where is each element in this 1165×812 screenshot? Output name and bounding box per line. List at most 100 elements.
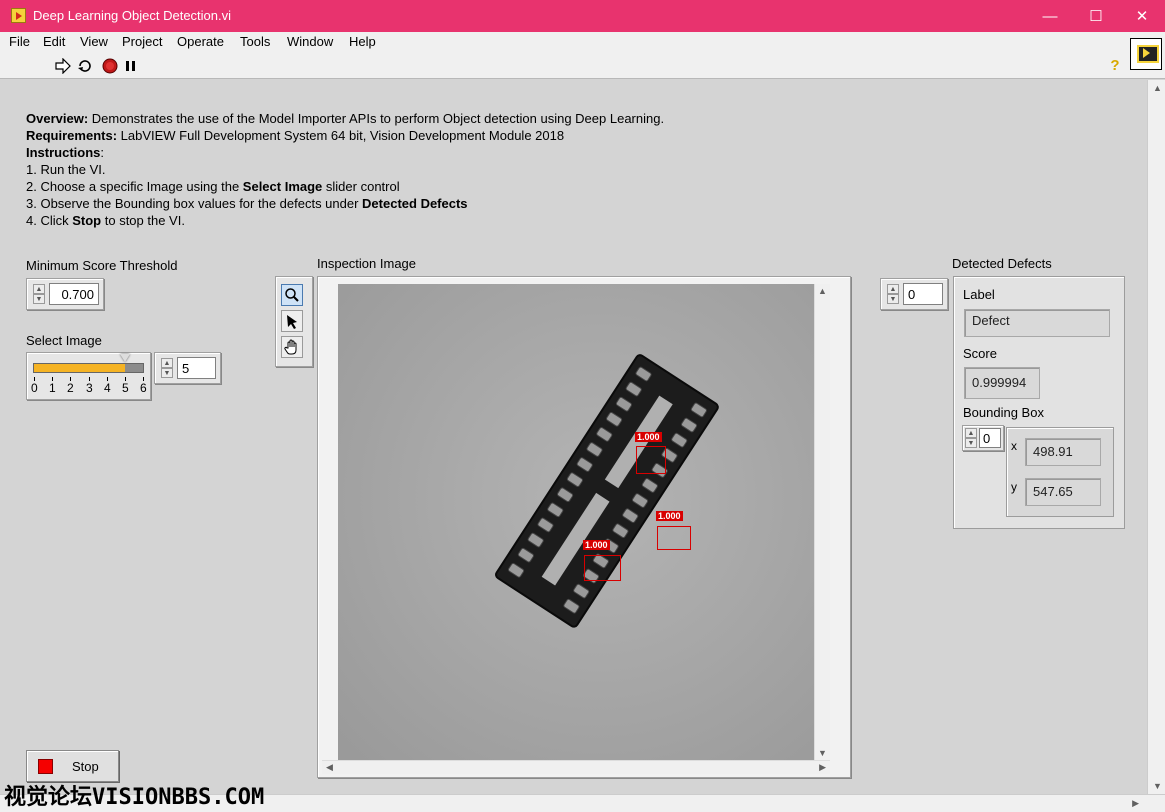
slider-tick-label: 5 (122, 381, 129, 395)
toolbar: ? (0, 53, 1165, 79)
close-button[interactable]: ✕ (1119, 0, 1165, 32)
watermark-text: 视觉论坛VISIONBBS.COM (4, 785, 265, 810)
menu-operate[interactable]: Operate (177, 34, 224, 49)
select-image-label: Select Image (26, 333, 102, 348)
increment-icon[interactable]: ▲ (161, 358, 173, 368)
decrement-icon[interactable]: ▼ (33, 294, 45, 304)
select-image-slider[interactable]: 0123456 (26, 352, 151, 400)
defect-cluster: Label Defect Score 0.999994 Bounding Box… (953, 276, 1125, 529)
menu-project[interactable]: Project (122, 34, 162, 49)
menu-window[interactable]: Window (287, 34, 333, 49)
pause-icon[interactable] (123, 58, 139, 74)
minimize-button[interactable]: — (1027, 0, 1073, 32)
instruction-step-2: 2. Choose a specific Image using the Sel… (26, 178, 664, 195)
slider-tick-label: 6 (140, 381, 147, 395)
context-help-icon[interactable]: ? (1107, 58, 1123, 74)
menu-view[interactable]: View (80, 34, 108, 49)
pan-hand-icon[interactable] (281, 336, 303, 358)
panel-vertical-scrollbar[interactable]: ▲ ▼ (1147, 80, 1165, 794)
slider-scale: 0123456 (31, 377, 147, 397)
overview-body: Demonstrates the use of the Model Import… (88, 111, 665, 126)
instructions-colon: : (100, 145, 105, 160)
step-3-bold: Detected Defects (362, 196, 468, 211)
min-score-label: Minimum Score Threshold (26, 258, 178, 273)
menu-tools[interactable]: Tools (240, 34, 270, 49)
image-horizontal-scrollbar[interactable]: ◀ ▶ (322, 760, 830, 774)
front-panel: Overview: Demonstrates the use of the Mo… (0, 80, 1147, 794)
defect-label-value: Defect (964, 309, 1110, 337)
decrement-icon[interactable]: ▼ (965, 438, 977, 448)
detection-score: 1.000 (583, 540, 610, 550)
window-title: Deep Learning Object Detection.vi (33, 8, 232, 23)
defect-score-value: 0.999994 (964, 367, 1040, 399)
menu-edit[interactable]: Edit (43, 34, 65, 49)
bbox-x-caption: x (1011, 439, 1017, 453)
selection-arrow-icon[interactable] (281, 310, 303, 332)
overview-text: Overview: Demonstrates the use of the Mo… (26, 110, 664, 229)
instruction-step-1: 1. Run the VI. (26, 162, 106, 177)
image-tool-palette (275, 276, 313, 367)
inspection-image-label: Inspection Image (317, 256, 417, 271)
detection-box (636, 446, 666, 474)
slider-tick-label: 2 (67, 381, 74, 395)
requirements-heading: Requirements: (26, 128, 118, 143)
labview-vi-icon (11, 8, 26, 23)
image-vertical-scrollbar[interactable]: ▲ ▼ (814, 284, 830, 760)
instructions-heading: Instructions (26, 145, 101, 160)
step-2-bold: Select Image (242, 179, 323, 194)
slider-tick-label: 4 (104, 381, 111, 395)
slider-tick-label: 1 (49, 381, 56, 395)
stop-button-label: Stop (72, 759, 99, 774)
zoom-icon[interactable] (281, 284, 303, 306)
stop-button[interactable]: Stop (26, 750, 119, 782)
detection-score: 1.000 (656, 511, 683, 521)
run-continuously-icon[interactable] (77, 58, 93, 74)
defect-label-caption: Label (963, 287, 995, 302)
bounding-box-cluster: x 498.91 y 547.65 (1006, 427, 1114, 517)
bbox-x-value: 498.91 (1025, 438, 1101, 466)
detected-defects-label: Detected Defects (952, 256, 1052, 271)
bounding-box-caption: Bounding Box (963, 405, 1044, 420)
defects-index-input[interactable]: 0 (903, 283, 943, 305)
select-image-numeric: ▲ ▼ 5 (154, 352, 221, 384)
increment-icon[interactable]: ▲ (965, 428, 977, 438)
slider-track[interactable] (33, 363, 144, 373)
ic-socket-photo (338, 284, 814, 760)
step-4-tail: to stop the VI. (101, 213, 185, 228)
inspection-photo[interactable]: 1.000 1.000 1.000 (338, 284, 814, 760)
detection-box (657, 526, 691, 550)
defects-index: ▲ ▼ 0 (880, 278, 948, 310)
menu-bar: File Edit View Project Operate Tools Win… (0, 32, 1165, 53)
abort-execution-icon[interactable] (102, 58, 118, 74)
slider-tick-label: 0 (31, 381, 38, 395)
slider-thumb[interactable] (120, 354, 130, 362)
bounding-box-index: ▲ ▼ 0 (962, 425, 1004, 451)
increment-icon[interactable]: ▲ (887, 284, 899, 294)
step-4-bold: Stop (72, 213, 102, 228)
slider-tick-label: 3 (86, 381, 93, 395)
requirements-body: LabVIEW Full Development System 64 bit, … (117, 128, 565, 143)
bbox-y-caption: y (1011, 480, 1017, 494)
menu-file[interactable]: File (9, 34, 30, 49)
decrement-icon[interactable]: ▼ (161, 368, 173, 378)
increment-icon[interactable]: ▲ (33, 284, 45, 294)
overview-heading: Overview: (26, 111, 89, 126)
select-image-input[interactable]: 5 (177, 357, 216, 379)
detection-score: 1.000 (635, 432, 662, 442)
stop-led-icon (38, 759, 53, 774)
step-2-tail: slider control (322, 179, 400, 194)
min-score-control: ▲ ▼ 0.700 (26, 278, 104, 310)
decrement-icon[interactable]: ▼ (887, 294, 899, 304)
step-2-text: 2. Choose a specific Image using the (26, 179, 243, 194)
bounding-box-index-input[interactable]: 0 (979, 428, 1001, 448)
title-bar: Deep Learning Object Detection.vi — ☐ ✕ (0, 0, 1165, 32)
vi-connector-icon[interactable] (1130, 38, 1162, 70)
run-arrow-icon[interactable] (55, 57, 71, 75)
menu-help[interactable]: Help (349, 34, 376, 49)
step-3-text: 3. Observe the Bounding box values for t… (26, 196, 363, 211)
slider-fill (34, 364, 125, 372)
detection-box (584, 555, 621, 581)
min-score-input[interactable]: 0.700 (49, 283, 99, 305)
defect-score-caption: Score (963, 346, 997, 361)
maximize-button[interactable]: ☐ (1073, 0, 1119, 32)
